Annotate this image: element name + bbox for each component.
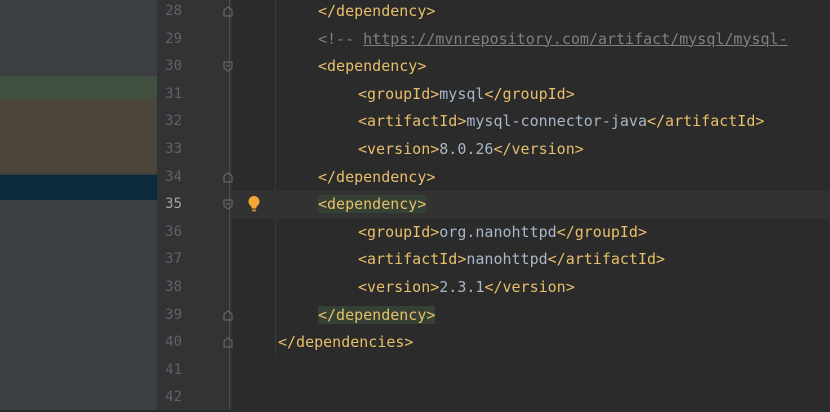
xml-tag: <version> <box>358 278 440 296</box>
fold-end-icon[interactable] <box>223 171 233 183</box>
xml-tag-matched: <dependency> <box>318 195 427 214</box>
xml-tag: <dependency> <box>318 57 427 76</box>
xml-value: org.nanohttpd <box>439 222 557 241</box>
xml-tag: </artifactId> <box>547 250 666 269</box>
fold-start-icon[interactable] <box>223 61 233 72</box>
code-line-30[interactable]: 30 <dependency> <box>157 53 830 81</box>
xml-value: 2.3.1 <box>439 278 485 296</box>
code-line-28[interactable]: 28 </dependency> <box>157 0 830 26</box>
xml-tag: </artifactId> <box>647 112 765 131</box>
code-line-39[interactable]: 39 </dependency> <box>157 302 830 330</box>
line-number: 29 <box>165 30 182 47</box>
code-line-36[interactable]: 36 <groupId>org.nanohttpd</groupId> <box>157 219 830 247</box>
fold-start-icon[interactable] <box>223 199 233 210</box>
xml-tag: </groupId> <box>484 84 575 103</box>
code-line-29[interactable]: 29 <!-- https://mvnrepository.com/artifa… <box>157 26 830 54</box>
xml-value: nanohttpd <box>466 250 548 269</box>
xml-tag: <groupId> <box>358 84 440 103</box>
xml-value: mysql <box>439 84 485 103</box>
xml-comment: <!-- <box>318 29 364 48</box>
panel-row-range[interactable] <box>0 100 157 173</box>
line-number: 28 <box>165 3 182 19</box>
line-number: 39 <box>165 306 182 323</box>
line-number: 38 <box>165 279 182 295</box>
fold-end-icon[interactable] <box>223 309 233 321</box>
code-line-31[interactable]: 31 <groupId>mysql</groupId> <box>157 81 830 109</box>
xml-tag-matched: </dependency> <box>318 305 436 324</box>
line-number: 31 <box>165 85 182 102</box>
code-line-42[interactable]: 42 <box>157 384 830 412</box>
code-editor[interactable]: 28 </dependency> 29 <!-- https://mvnrepo… <box>157 0 830 410</box>
line-number: 33 <box>165 141 182 157</box>
xml-tag: </dependencies> <box>278 333 414 352</box>
xml-value: 8.0.26 <box>439 140 494 158</box>
panel-row-highlight[interactable] <box>0 76 157 100</box>
code-line-35[interactable]: 35 <dependency> <box>157 191 830 219</box>
xml-tag: </version> <box>484 278 575 296</box>
xml-tag: </dependency> <box>318 2 436 20</box>
lightbulb-icon[interactable] <box>247 195 261 213</box>
line-number: 30 <box>165 58 182 75</box>
code-line-34[interactable]: 34 </dependency> <box>157 164 830 192</box>
xml-tag: <version> <box>358 140 440 158</box>
xml-tag: <artifactId> <box>358 250 467 269</box>
line-number: 42 <box>165 389 182 406</box>
xml-value: mysql-connector-java <box>466 112 647 131</box>
line-number: 34 <box>165 168 182 185</box>
code-line-33[interactable]: 33 <version>8.0.26</version> <box>157 136 830 164</box>
xml-tag: <groupId> <box>358 222 440 241</box>
line-number: 40 <box>165 334 182 351</box>
fold-end-icon[interactable] <box>223 6 233 17</box>
xml-tag: <artifactId> <box>358 112 467 131</box>
code-line-40[interactable]: 40 </dependencies> <box>157 329 830 357</box>
line-number: 35 <box>165 196 182 213</box>
line-number: 36 <box>165 223 182 240</box>
code-line-41[interactable]: 41 <box>157 357 830 385</box>
panel-row-selected[interactable] <box>0 175 157 200</box>
xml-tag: </version> <box>493 140 584 158</box>
code-line-32[interactable]: 32 <artifactId>mysql-connector-java</art… <box>157 108 830 136</box>
xml-tag: </groupId> <box>556 222 647 241</box>
line-number: 37 <box>165 251 182 268</box>
line-number: 32 <box>165 113 182 130</box>
xml-tag: </dependency> <box>318 167 436 186</box>
fold-end-icon[interactable] <box>223 337 233 348</box>
code-line-37[interactable]: 37 <artifactId>nanohttpd</artifactId> <box>157 246 830 274</box>
line-number: 41 <box>165 361 182 378</box>
project-panel <box>0 0 157 410</box>
code-line-38[interactable]: 38 <version>2.3.1</version> <box>157 274 830 302</box>
comment-url-link[interactable]: https://mvnrepository.com/artifact/mysql… <box>363 30 787 48</box>
